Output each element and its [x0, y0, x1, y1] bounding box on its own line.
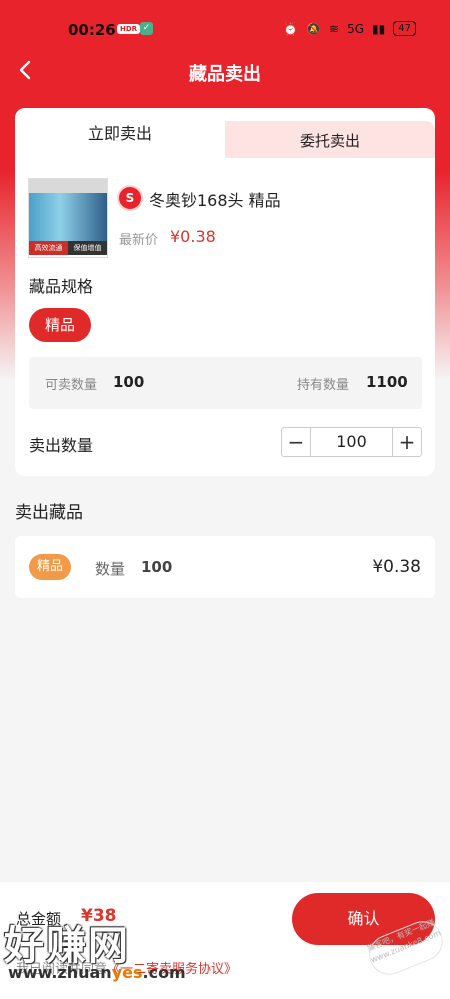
- list-item: 精品 数量 100 ¥0.38: [15, 536, 435, 598]
- page-title: 藏品卖出: [189, 64, 261, 85]
- shield-icon: ✓: [140, 22, 153, 35]
- watermark-url-accent: yes: [111, 963, 143, 982]
- banknote-image: [29, 193, 107, 241]
- item-qty-label: 数量: [95, 560, 126, 578]
- holding-qty-value: 1100: [366, 373, 408, 391]
- network-label: 5G: [347, 21, 365, 36]
- quantity-input[interactable]: 100: [310, 428, 393, 456]
- thumb-tag-circulation: 高效流通: [29, 241, 68, 255]
- tab-sell-now[interactable]: 立即卖出: [15, 108, 225, 158]
- item-price: ¥0.38: [372, 557, 421, 577]
- status-app-badge: HDR: [117, 24, 141, 34]
- battery-icon: 47: [393, 21, 416, 36]
- sold-items-title: 卖出藏品: [15, 503, 83, 523]
- status-bar: 00:26 HDR ✓ ⏰ 🔕 ≋ 5G ▮▮ 47: [0, 0, 450, 50]
- wifi-icon: ≋: [329, 21, 340, 36]
- nav-bar: 藏品卖出: [0, 52, 450, 92]
- product-name: 冬奥钞168头 精品: [149, 191, 281, 210]
- watermark-url: www.zhuanyes.com: [8, 963, 186, 982]
- watermark-url-suffix: .com: [142, 963, 186, 982]
- quantity-stepper: − 100 +: [281, 427, 422, 457]
- thumbnail-header: [29, 179, 107, 193]
- plus-button[interactable]: +: [393, 428, 421, 456]
- available-qty-value: 100: [113, 373, 145, 391]
- alarm-icon: ⏰: [283, 21, 299, 36]
- item-qty-value: 100: [141, 558, 173, 576]
- sell-quantity-label: 卖出数量: [29, 436, 94, 455]
- thumb-tag-value: 保值增值: [68, 241, 107, 255]
- coin-icon: S: [119, 187, 141, 209]
- signal-icon: ▮▮: [372, 21, 386, 36]
- status-time: 00:26: [68, 21, 116, 39]
- latest-price-value: ¥0.38: [170, 227, 216, 246]
- spec-option-premium[interactable]: 精品: [29, 308, 91, 342]
- watermark-url-prefix: www.zhuan: [8, 963, 112, 982]
- tab-consign-sell[interactable]: 委托卖出: [225, 121, 435, 158]
- minus-button[interactable]: −: [282, 428, 310, 456]
- mute-icon: 🔕: [306, 21, 322, 36]
- available-qty-label: 可卖数量: [45, 378, 98, 393]
- item-grade-badge: 精品: [29, 554, 71, 580]
- holding-qty-label: 持有数量: [297, 378, 350, 393]
- quantity-info: 可卖数量 100 持有数量 1100: [29, 357, 422, 409]
- status-indicators: ⏰ 🔕 ≋ 5G ▮▮ 47: [283, 21, 416, 36]
- spec-label: 藏品规格: [29, 277, 94, 296]
- latest-price-label: 最新价: [119, 233, 159, 248]
- product-thumbnail: 高效流通 保值增值: [28, 178, 108, 258]
